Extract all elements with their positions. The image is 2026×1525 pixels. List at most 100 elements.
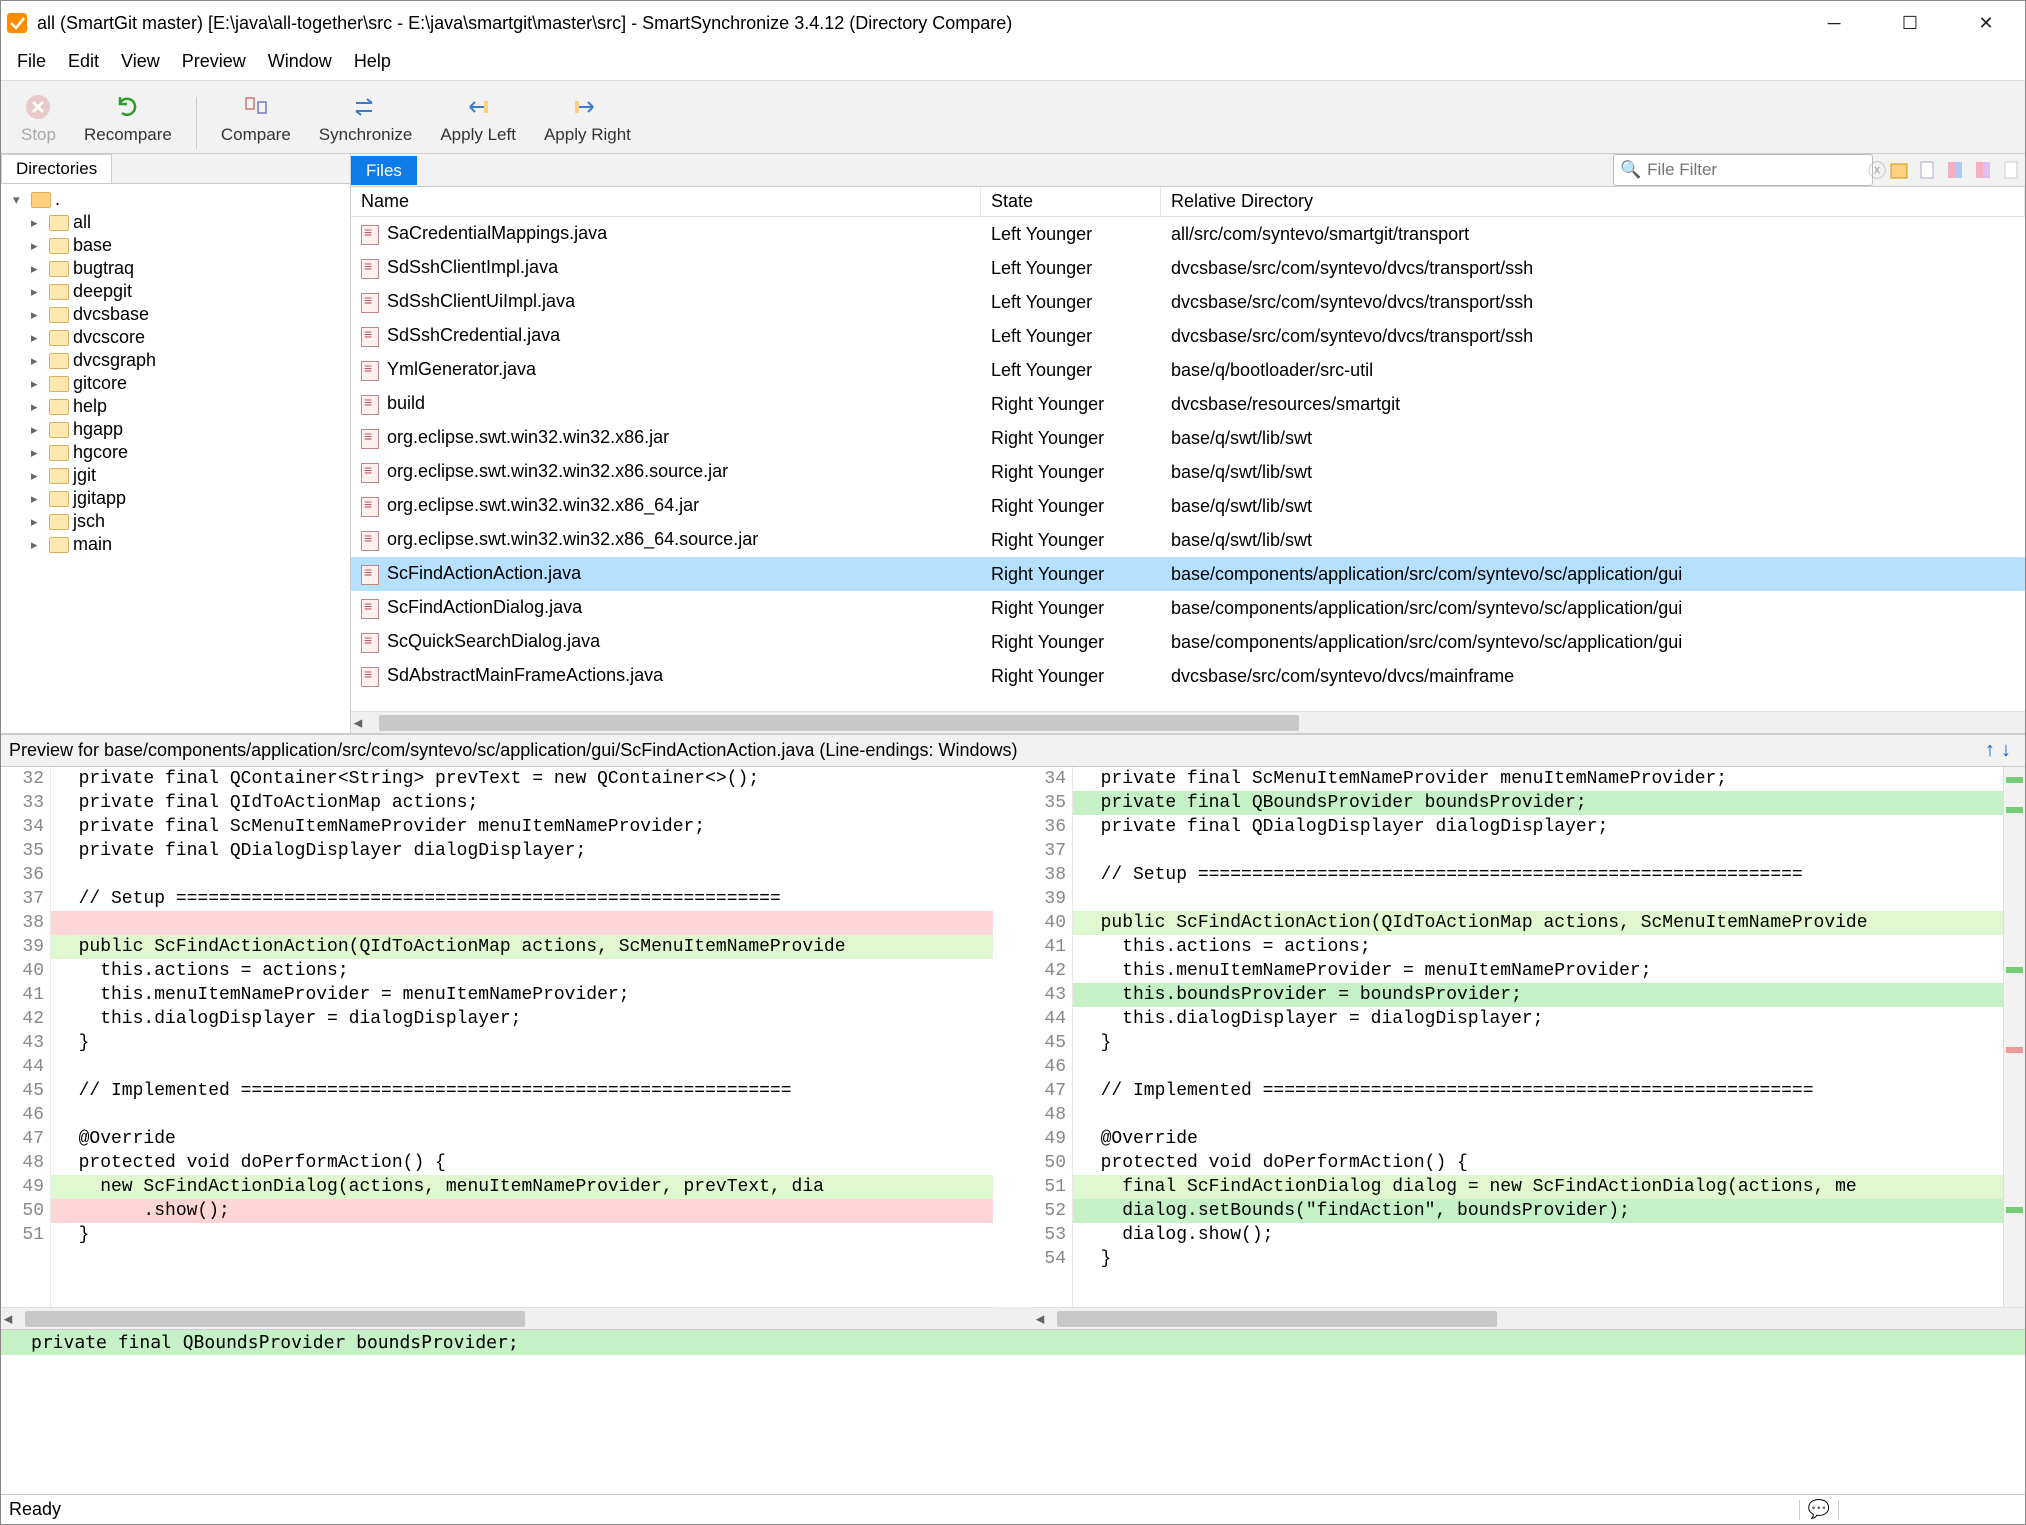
- menu-preview[interactable]: Preview: [172, 49, 256, 74]
- mode-icon-4[interactable]: [1969, 156, 1997, 184]
- tree-item[interactable]: ▸gitcore: [1, 372, 350, 395]
- tree-item[interactable]: ▸jgit: [1, 464, 350, 487]
- mode-icon-2[interactable]: [1913, 156, 1941, 184]
- tab-files[interactable]: Files: [351, 156, 417, 185]
- folder-icon: [49, 399, 69, 415]
- folder-icon: [49, 468, 69, 484]
- table-row[interactable]: SdAbstractMainFrameActions.javaRight You…: [351, 659, 2025, 693]
- prev-diff-button[interactable]: ↑: [1985, 739, 1995, 762]
- tree-item[interactable]: ▸main: [1, 533, 350, 556]
- table-row[interactable]: ScFindActionAction.javaRight Youngerbase…: [351, 557, 2025, 591]
- folder-icon: [49, 376, 69, 392]
- compare-button[interactable]: Compare: [209, 87, 303, 149]
- file-icon: [361, 259, 379, 279]
- mode-icon-1[interactable]: [1885, 156, 1913, 184]
- file-filter-input[interactable]: [1647, 160, 1868, 180]
- expander-icon[interactable]: ▸: [31, 491, 45, 507]
- table-row[interactable]: org.eclipse.swt.win32.win32.x86_64.sourc…: [351, 523, 2025, 557]
- directory-tree[interactable]: ▾ . ▸all▸base▸bugtraq▸deepgit▸dvcsbase▸d…: [1, 183, 350, 733]
- recompare-button[interactable]: Recompare: [72, 87, 184, 149]
- expander-icon[interactable]: ▸: [31, 284, 45, 300]
- table-row[interactable]: ScFindActionDialog.javaRight Youngerbase…: [351, 591, 2025, 625]
- expander-icon[interactable]: ▸: [31, 399, 45, 415]
- menu-edit[interactable]: Edit: [58, 49, 109, 74]
- preview-header: Preview for base/components/application/…: [9, 740, 1018, 761]
- expander-icon[interactable]: ▸: [31, 422, 45, 438]
- file-filter[interactable]: 🔍 ⓧ: [1613, 154, 1873, 186]
- table-row[interactable]: SdSshClientImpl.javaLeft Youngerdvcsbase…: [351, 251, 2025, 285]
- table-row[interactable]: buildRight Youngerdvcsbase/resources/sma…: [351, 387, 2025, 421]
- tree-item[interactable]: ▸jgitapp: [1, 487, 350, 510]
- apply-left-button[interactable]: Apply Left: [428, 87, 528, 149]
- file-icon: [361, 327, 379, 347]
- tree-item[interactable]: ▸base: [1, 234, 350, 257]
- apply-right-button[interactable]: Apply Right: [532, 87, 643, 149]
- apply-left-icon: [462, 91, 494, 123]
- tree-item[interactable]: ▸dvcsbase: [1, 303, 350, 326]
- close-button[interactable]: ✕: [1963, 13, 2009, 34]
- tree-item[interactable]: ▸hgapp: [1, 418, 350, 441]
- synchronize-icon: [350, 91, 382, 123]
- maximize-button[interactable]: ☐: [1887, 13, 1933, 34]
- tab-directories[interactable]: Directories: [1, 154, 112, 183]
- diff-left-pane[interactable]: 3233343536373839404142434445464748495051…: [1, 767, 993, 1307]
- statusbar: Ready 💬: [1, 1494, 2025, 1524]
- expander-icon[interactable]: ▸: [31, 445, 45, 461]
- tree-item[interactable]: ▸help: [1, 395, 350, 418]
- menu-view[interactable]: View: [111, 49, 170, 74]
- directories-tabrow: Directories: [1, 154, 350, 183]
- mode-icon-5[interactable]: [1997, 156, 2025, 184]
- col-name[interactable]: Name: [351, 187, 981, 216]
- expander-icon[interactable]: ▸: [31, 261, 45, 277]
- table-row[interactable]: org.eclipse.swt.win32.win32.x86.jarRight…: [351, 421, 2025, 455]
- tree-item[interactable]: ▸dvcsgraph: [1, 349, 350, 372]
- file-icon: [361, 599, 379, 619]
- expander-icon[interactable]: ▸: [31, 537, 45, 553]
- table-row[interactable]: SdSshClientUiImpl.javaLeft Youngerdvcsba…: [351, 285, 2025, 319]
- synchronize-button[interactable]: Synchronize: [307, 87, 425, 149]
- diff-hscrollbars[interactable]: ◂ ◂: [1, 1307, 2025, 1329]
- expander-icon[interactable]: ▸: [31, 238, 45, 254]
- expander-icon[interactable]: ▸: [31, 468, 45, 484]
- table-row[interactable]: org.eclipse.swt.win32.win32.x86.source.j…: [351, 455, 2025, 489]
- expander-icon[interactable]: ▸: [31, 215, 45, 231]
- tree-root[interactable]: ▾ .: [1, 188, 350, 211]
- expander-icon[interactable]: ▾: [13, 192, 27, 208]
- files-body[interactable]: SaCredentialMappings.javaLeft Youngerall…: [351, 217, 2025, 711]
- mode-icon-3[interactable]: [1941, 156, 1969, 184]
- recompare-icon: [112, 91, 144, 123]
- expander-icon[interactable]: ▸: [31, 514, 45, 530]
- menu-file[interactable]: File: [7, 49, 56, 74]
- expander-icon[interactable]: ▸: [31, 376, 45, 392]
- tree-item[interactable]: ▸dvcscore: [1, 326, 350, 349]
- expander-icon[interactable]: ▸: [31, 307, 45, 323]
- table-row[interactable]: SdSshCredential.javaLeft Youngerdvcsbase…: [351, 319, 2025, 353]
- tree-item[interactable]: ▸all: [1, 211, 350, 234]
- diff-linker: [993, 767, 1033, 1307]
- menu-help[interactable]: Help: [344, 49, 401, 74]
- tree-item[interactable]: ▸deepgit: [1, 280, 350, 303]
- expander-icon[interactable]: ▸: [31, 353, 45, 369]
- minimize-button[interactable]: ─: [1811, 13, 1857, 34]
- diff-right-pane[interactable]: 3435363738394041424344454647484950515253…: [1033, 767, 2025, 1307]
- file-icon: [361, 565, 379, 585]
- col-reldir[interactable]: Relative Directory: [1161, 187, 2025, 216]
- table-row[interactable]: SaCredentialMappings.javaLeft Youngerall…: [351, 217, 2025, 251]
- files-hscrollbar[interactable]: ◂: [351, 711, 2025, 733]
- table-row[interactable]: org.eclipse.swt.win32.win32.x86_64.jarRi…: [351, 489, 2025, 523]
- table-row[interactable]: ScQuickSearchDialog.javaRight Youngerbas…: [351, 625, 2025, 659]
- folder-icon: [49, 261, 69, 277]
- menu-window[interactable]: Window: [258, 49, 342, 74]
- tree-item[interactable]: ▸jsch: [1, 510, 350, 533]
- expander-icon[interactable]: ▸: [31, 330, 45, 346]
- table-row[interactable]: YmlGenerator.javaLeft Youngerbase/q/boot…: [351, 353, 2025, 387]
- status-chat-icon[interactable]: 💬: [1808, 1499, 1830, 1520]
- next-diff-button[interactable]: ↓: [2001, 739, 2011, 762]
- col-state[interactable]: State: [981, 187, 1161, 216]
- clear-filter-icon[interactable]: ⓧ: [1868, 157, 1886, 183]
- diff-overview[interactable]: [2003, 767, 2025, 1307]
- tree-item[interactable]: ▸hgcore: [1, 441, 350, 464]
- menubar: File Edit View Preview Window Help: [1, 45, 2025, 80]
- folder-icon: [49, 307, 69, 323]
- tree-item[interactable]: ▸bugtraq: [1, 257, 350, 280]
